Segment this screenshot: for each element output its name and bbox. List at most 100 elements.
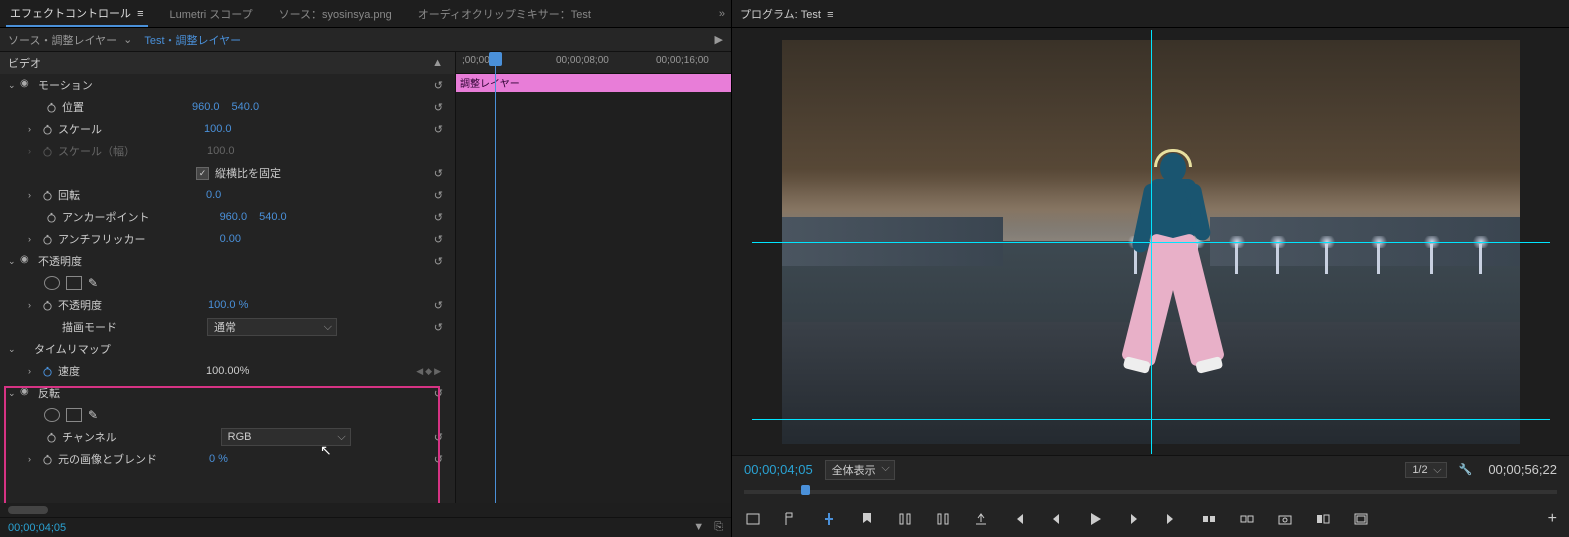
playhead-icon[interactable] — [489, 52, 502, 66]
reset-icon[interactable]: ↺ — [434, 211, 447, 224]
marker-icon[interactable] — [858, 510, 876, 528]
blend-original-value[interactable]: 0 % — [209, 453, 228, 465]
pen-mask-icon[interactable]: ✎ — [88, 276, 98, 290]
filter-icon[interactable]: ▼ — [693, 521, 704, 534]
play-icon[interactable] — [1086, 510, 1104, 528]
button-editor-icon[interactable]: + — [1548, 510, 1557, 528]
uniform-scale-checkbox[interactable]: ✓ — [196, 167, 209, 180]
rect-mask-icon[interactable] — [66, 408, 82, 422]
mini-playhead-icon[interactable] — [801, 485, 810, 495]
resolution-dropdown[interactable]: 1/2 — [1405, 462, 1446, 478]
stopwatch-icon[interactable] — [40, 298, 54, 312]
stopwatch-icon[interactable] — [44, 100, 58, 114]
stopwatch-icon[interactable] — [40, 232, 54, 246]
rotation-value[interactable]: 0.0 — [206, 189, 221, 201]
effect-timeline[interactable]: ;00;00 00;00;08;00 00;00;16;00 調整レイヤー — [455, 52, 731, 503]
current-timecode[interactable]: 00;00;04;05 — [744, 462, 813, 477]
fx-toggle-icon[interactable]: ◉ — [20, 78, 34, 92]
stopwatch-icon[interactable] — [44, 430, 58, 444]
opacity-effect-row[interactable]: ⌄ ◉ 不透明度 ↺ — [0, 250, 455, 272]
reset-icon[interactable]: ↺ — [434, 189, 447, 202]
reset-icon[interactable]: ↺ — [434, 79, 447, 92]
antiflicker-value[interactable]: 0.00 — [220, 233, 241, 245]
time-ruler[interactable]: ;00;00 00;00;08;00 00;00;16;00 — [456, 52, 731, 74]
play-only-arrow-icon[interactable]: ▶ — [715, 33, 723, 46]
keyframe-nav[interactable]: ◀◆▶ — [416, 366, 441, 377]
mark-in-icon[interactable] — [782, 510, 800, 528]
frame-forward-icon[interactable] — [1124, 510, 1142, 528]
stopwatch-icon[interactable] — [40, 188, 54, 202]
sequence-clip-label[interactable]: Test・調整レイヤー — [144, 32, 241, 48]
tab-lumetri-scopes[interactable]: Lumetri スコープ — [166, 2, 257, 26]
twirl-icon[interactable]: › — [28, 300, 40, 310]
stopwatch-icon[interactable] — [40, 122, 54, 136]
twirl-icon[interactable]: ⌄ — [8, 344, 20, 355]
camera-icon[interactable] — [1276, 510, 1294, 528]
channel-dropdown[interactable]: RGB — [221, 428, 351, 446]
program-monitor[interactable] — [782, 40, 1520, 444]
program-mini-timeline[interactable] — [744, 483, 1557, 501]
twirl-icon[interactable]: ⌄ — [8, 388, 20, 399]
time-remap-row[interactable]: ⌄ タイムリマップ — [0, 338, 455, 360]
position-x-value[interactable]: 960.0 — [192, 101, 220, 113]
stopwatch-icon[interactable] — [44, 210, 58, 224]
reset-icon[interactable]: ↺ — [434, 255, 447, 268]
safe-margins-icon[interactable] — [1352, 510, 1370, 528]
zoom-dropdown[interactable]: 全体表示 — [825, 460, 895, 480]
add-marker-icon[interactable] — [744, 510, 762, 528]
reset-icon[interactable]: ↺ — [434, 233, 447, 246]
reset-icon[interactable]: ↺ — [434, 387, 447, 400]
ellipse-mask-icon[interactable] — [44, 408, 60, 422]
ellipse-mask-icon[interactable] — [44, 276, 60, 290]
reset-icon[interactable]: ↺ — [434, 431, 447, 444]
twirl-icon[interactable]: ⌄ — [8, 256, 20, 267]
reset-icon[interactable]: ↺ — [434, 299, 447, 312]
horizontal-scrollbar[interactable] — [0, 503, 731, 517]
go-to-in-icon[interactable] — [896, 510, 914, 528]
clip-bar[interactable]: 調整レイヤー — [456, 74, 731, 92]
opacity-value[interactable]: 100.0 % — [208, 299, 248, 311]
comparison-icon[interactable] — [1314, 510, 1332, 528]
reset-icon[interactable]: ↺ — [434, 123, 447, 136]
settings-wrench-icon[interactable]: 🔧 — [1459, 463, 1473, 476]
twirl-icon[interactable]: › — [28, 366, 40, 376]
frame-back-icon[interactable] — [1048, 510, 1066, 528]
anchor-x-value[interactable]: 960.0 — [220, 211, 248, 223]
twirl-icon[interactable]: › — [28, 124, 40, 134]
fx-toggle-icon[interactable]: ◉ — [20, 386, 34, 400]
scale-value[interactable]: 100.0 — [204, 123, 232, 135]
reset-icon[interactable]: ↺ — [434, 167, 447, 180]
tab-audio-mixer[interactable]: オーディオクリップミキサー：Test — [414, 2, 595, 26]
invert-effect-row[interactable]: ⌄ ◉ 反転 ↺ — [0, 382, 455, 404]
reset-icon[interactable]: ↺ — [434, 453, 447, 466]
motion-effect-row[interactable]: ⌄ ◉ モーション ↺ — [0, 74, 455, 96]
anchor-y-value[interactable]: 540.0 — [259, 211, 287, 223]
blend-mode-dropdown[interactable]: 通常 — [207, 318, 337, 336]
twirl-icon[interactable]: › — [28, 190, 40, 200]
export-frame-icon[interactable] — [972, 510, 990, 528]
extract-icon[interactable] — [1238, 510, 1256, 528]
step-back-icon[interactable] — [1010, 510, 1028, 528]
twirl-icon[interactable]: › — [28, 454, 40, 464]
pen-mask-icon[interactable]: ✎ — [88, 408, 98, 422]
reset-icon[interactable]: ↺ — [434, 101, 447, 114]
twirl-icon[interactable]: ⌄ — [8, 80, 20, 91]
rect-mask-icon[interactable] — [66, 276, 82, 290]
footer-timecode[interactable]: 00;00;04;05 — [8, 522, 66, 534]
panel-overflow-icon[interactable]: » — [719, 8, 725, 20]
lift-icon[interactable] — [1200, 510, 1218, 528]
twirl-icon[interactable]: › — [28, 234, 40, 244]
go-to-out-icon[interactable] — [934, 510, 952, 528]
stopwatch-icon[interactable] — [40, 452, 54, 466]
stopwatch-icon[interactable] — [40, 364, 54, 378]
tab-source[interactable]: ソース：syosinsya.png — [275, 2, 396, 26]
new-bin-icon[interactable]: ⎘ — [714, 521, 723, 534]
step-forward-icon[interactable] — [1162, 510, 1180, 528]
mark-out-icon[interactable] — [820, 510, 838, 528]
position-y-value[interactable]: 540.0 — [232, 101, 260, 113]
reset-icon[interactable]: ↺ — [434, 321, 447, 334]
tab-effect-controls[interactable]: エフェクトコントロール ≡ — [6, 1, 148, 27]
fx-toggle-icon[interactable]: ◉ — [20, 254, 34, 268]
anchor-row: アンカーポイント 960.0 540.0 ↺ — [0, 206, 455, 228]
collapse-icon[interactable]: ▲ — [432, 57, 447, 69]
